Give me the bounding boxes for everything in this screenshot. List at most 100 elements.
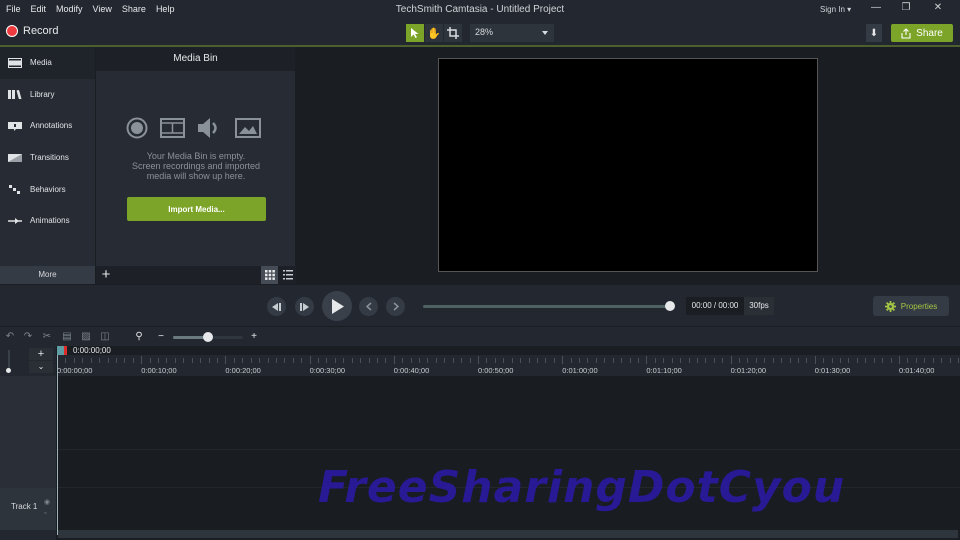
- paste-button[interactable]: ▨: [77, 330, 95, 344]
- pan-tool-button[interactable]: ✋: [425, 24, 443, 42]
- track-height-slider[interactable]: [8, 350, 10, 370]
- ruler-tick: [671, 358, 673, 363]
- ruler-tick: [688, 358, 690, 363]
- menu-share[interactable]: Share: [122, 4, 146, 14]
- grid-icon: [264, 270, 275, 280]
- ruler-tick: [587, 358, 589, 363]
- ruler-tick: [427, 358, 429, 363]
- ruler-tick: [309, 356, 311, 364]
- menu-edit[interactable]: Edit: [31, 4, 47, 14]
- ruler-tick: [882, 358, 884, 363]
- ruler-tick: [343, 358, 345, 363]
- lock-icon[interactable]: ▫: [44, 510, 46, 517]
- zoom-search-button[interactable]: ⚲: [130, 330, 148, 344]
- menu-file[interactable]: File: [6, 4, 21, 14]
- track-height-handle[interactable]: [6, 368, 11, 373]
- eye-icon[interactable]: ◉: [44, 498, 50, 506]
- ruler-tick: [814, 356, 816, 364]
- playhead-time: 0:00:00;00: [73, 346, 111, 355]
- sidebar-item-label: Annotations: [30, 121, 73, 131]
- ruler-tick: [941, 358, 943, 363]
- preview-canvas[interactable]: [438, 58, 818, 272]
- export-local-button[interactable]: ⬇: [866, 24, 882, 42]
- restore-button[interactable]: ❐: [896, 2, 916, 16]
- ruler-label: 0:01:20;00: [730, 366, 767, 375]
- step-back-icon: [272, 302, 281, 311]
- sidebar-item-annotations[interactable]: Annotations: [0, 110, 95, 142]
- ruler-tick: [115, 358, 117, 363]
- sidebar-item-media[interactable]: Media: [0, 47, 95, 79]
- zoom-level-dropdown[interactable]: 28%: [470, 24, 554, 42]
- step-forward-button[interactable]: [295, 297, 314, 316]
- sidebar-item-library[interactable]: Library: [0, 79, 95, 111]
- sign-in-menu[interactable]: Sign In ▾: [820, 5, 851, 14]
- cut-button[interactable]: ✂: [38, 330, 56, 344]
- previous-marker-button[interactable]: [359, 297, 378, 316]
- playback-scrubber[interactable]: [423, 305, 670, 308]
- ruler-tick: [216, 358, 218, 363]
- add-media-button[interactable]: +: [98, 266, 114, 284]
- ruler-tick: [621, 358, 623, 363]
- record-button[interactable]: Record: [6, 25, 58, 37]
- copy-button[interactable]: ▤: [58, 330, 76, 344]
- import-media-button[interactable]: Import Media...: [127, 197, 266, 221]
- menu-help[interactable]: Help: [156, 4, 175, 14]
- ruler-tick: [107, 358, 109, 363]
- annotation-icon: [8, 121, 22, 131]
- zoom-in-button[interactable]: +: [245, 330, 263, 344]
- play-button[interactable]: [322, 291, 352, 321]
- add-track-button[interactable]: +: [29, 348, 53, 360]
- ruler-tick: [915, 358, 917, 363]
- track-options-button[interactable]: ⌄: [29, 361, 53, 373]
- split-button[interactable]: ◫: [96, 330, 114, 344]
- empty-message-line: Screen recordings and imported: [131, 161, 261, 171]
- next-marker-button[interactable]: [386, 297, 405, 316]
- zoom-out-button[interactable]: −: [152, 330, 170, 344]
- timeline-scrollbar[interactable]: [58, 530, 958, 538]
- select-tool-button[interactable]: [406, 24, 424, 42]
- minimize-button[interactable]: —: [866, 2, 886, 16]
- ruler-label: 0:00:00;00: [57, 366, 93, 375]
- more-button[interactable]: More: [0, 266, 95, 284]
- sidebar-item-behaviors[interactable]: Behaviors: [0, 173, 95, 205]
- share-button[interactable]: Share: [891, 24, 953, 42]
- sidebar-item-transitions[interactable]: Transitions: [0, 142, 95, 174]
- ruler-tick: [806, 358, 808, 363]
- ruler-label: 0:00:20;00: [225, 366, 261, 375]
- grid-view-button[interactable]: [261, 266, 278, 284]
- playhead-handle[interactable]: [57, 346, 67, 355]
- menu-modify[interactable]: Modify: [56, 4, 83, 14]
- ruler-tick: [435, 358, 437, 363]
- scrubber-handle[interactable]: [665, 301, 675, 311]
- ruler-tick: [865, 358, 867, 363]
- crop-tool-button[interactable]: [444, 24, 462, 42]
- chevron-down-icon: [542, 31, 548, 35]
- behaviors-icon: [8, 184, 22, 195]
- chevron-right-icon: [393, 302, 399, 311]
- timeline-zoom-handle[interactable]: [203, 332, 213, 342]
- ruler-tick: [65, 358, 67, 363]
- zoom-level-value: 28%: [475, 27, 494, 37]
- redo-button[interactable]: ↷: [19, 330, 37, 344]
- properties-button[interactable]: Properties: [873, 296, 949, 316]
- track-controls: + ⌄: [0, 346, 56, 376]
- close-button[interactable]: ✕: [928, 2, 948, 16]
- sidebar-item-animations[interactable]: Animations: [0, 205, 95, 237]
- ruler-tick: [469, 358, 471, 363]
- step-back-button[interactable]: [267, 297, 286, 316]
- undo-button[interactable]: ↶: [1, 330, 19, 344]
- ruler-tick: [949, 358, 951, 363]
- minus-icon: −: [158, 331, 164, 342]
- properties-label: Properties: [900, 301, 938, 311]
- sidebar-item-label: Animations: [30, 216, 70, 226]
- ruler-tick: [907, 358, 909, 363]
- record-media-icon: [126, 117, 148, 139]
- ruler-tick: [267, 358, 269, 363]
- menu-view[interactable]: View: [93, 4, 112, 14]
- ruler-tick: [755, 358, 757, 363]
- ruler-label: 0:01:40;00: [899, 366, 935, 375]
- ruler-tick: [250, 358, 252, 363]
- list-view-button[interactable]: [279, 266, 296, 284]
- ruler-label: 0:00:30;00: [309, 366, 346, 375]
- ruler-tick: [705, 358, 707, 363]
